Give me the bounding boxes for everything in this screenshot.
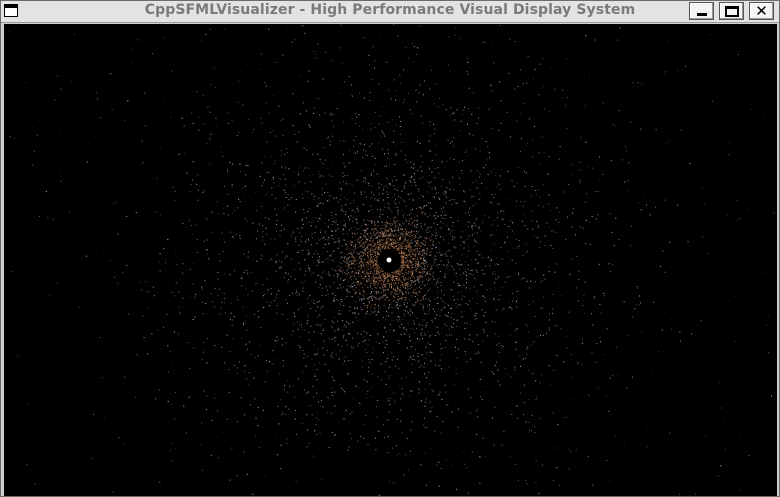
maximize-button[interactable] [719,2,744,20]
galaxy-core [386,257,392,263]
window-title: CppSFMLVisualizer - High Performance Vis… [144,2,636,18]
maximize-icon [725,6,739,17]
minimize-button[interactable] [689,2,714,20]
render-canvas[interactable] [4,24,777,496]
particle-field [9,24,775,496]
title-bar[interactable]: CppSFMLVisualizer - High Performance Vis… [1,1,779,23]
app-window: CppSFMLVisualizer - High Performance Vis… [0,0,780,497]
minimize-icon [697,13,707,16]
close-button[interactable]: ✕ [749,2,774,20]
close-icon: ✕ [755,2,768,20]
